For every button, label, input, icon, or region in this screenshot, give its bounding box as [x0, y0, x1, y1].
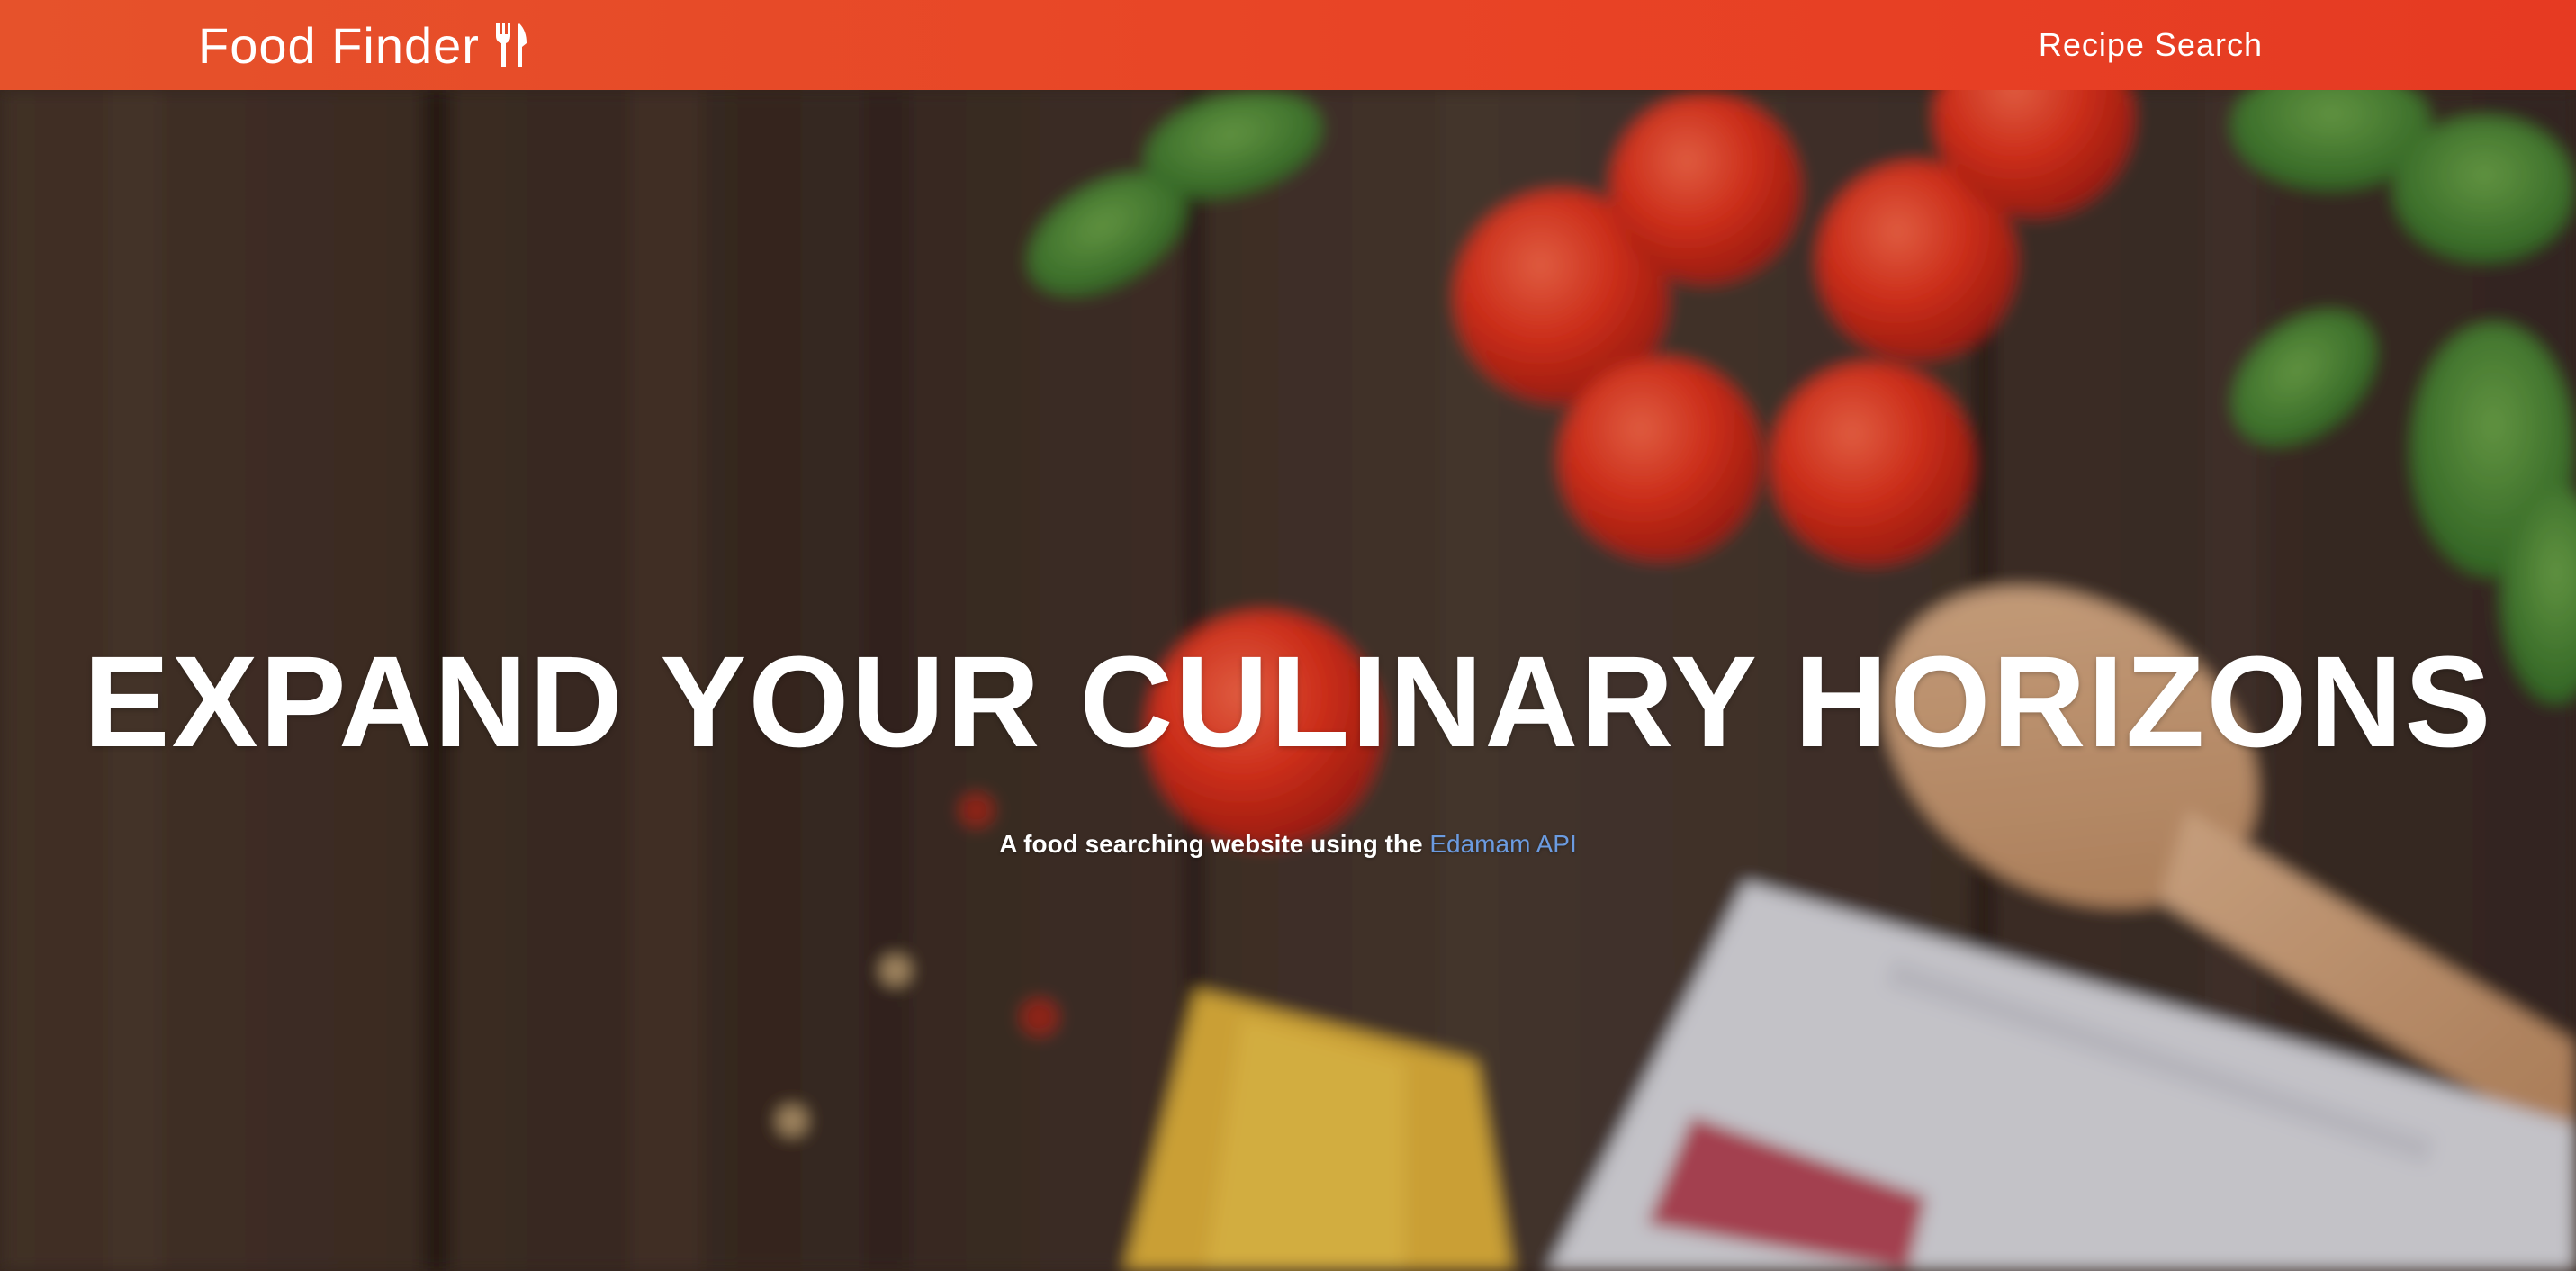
hero-section: EXPAND YOUR CULINARY HORIZONS A food sea… [0, 90, 2576, 1271]
brand-name: Food Finder [198, 16, 480, 74]
hero-title: EXPAND YOUR CULINARY HORIZONS [83, 629, 2493, 774]
nav-recipe-search[interactable]: Recipe Search [2039, 23, 2263, 67]
hero-subtitle-text: A food searching website using the [999, 830, 1423, 858]
fork-knife-icon [495, 23, 527, 67]
brand-link[interactable]: Food Finder [198, 13, 528, 77]
top-navbar: Food Finder Recipe Search [0, 0, 2576, 90]
hero-subtitle: A food searching website using the Edama… [0, 830, 2576, 859]
edamam-api-link[interactable]: Edamam API [1429, 830, 1576, 858]
